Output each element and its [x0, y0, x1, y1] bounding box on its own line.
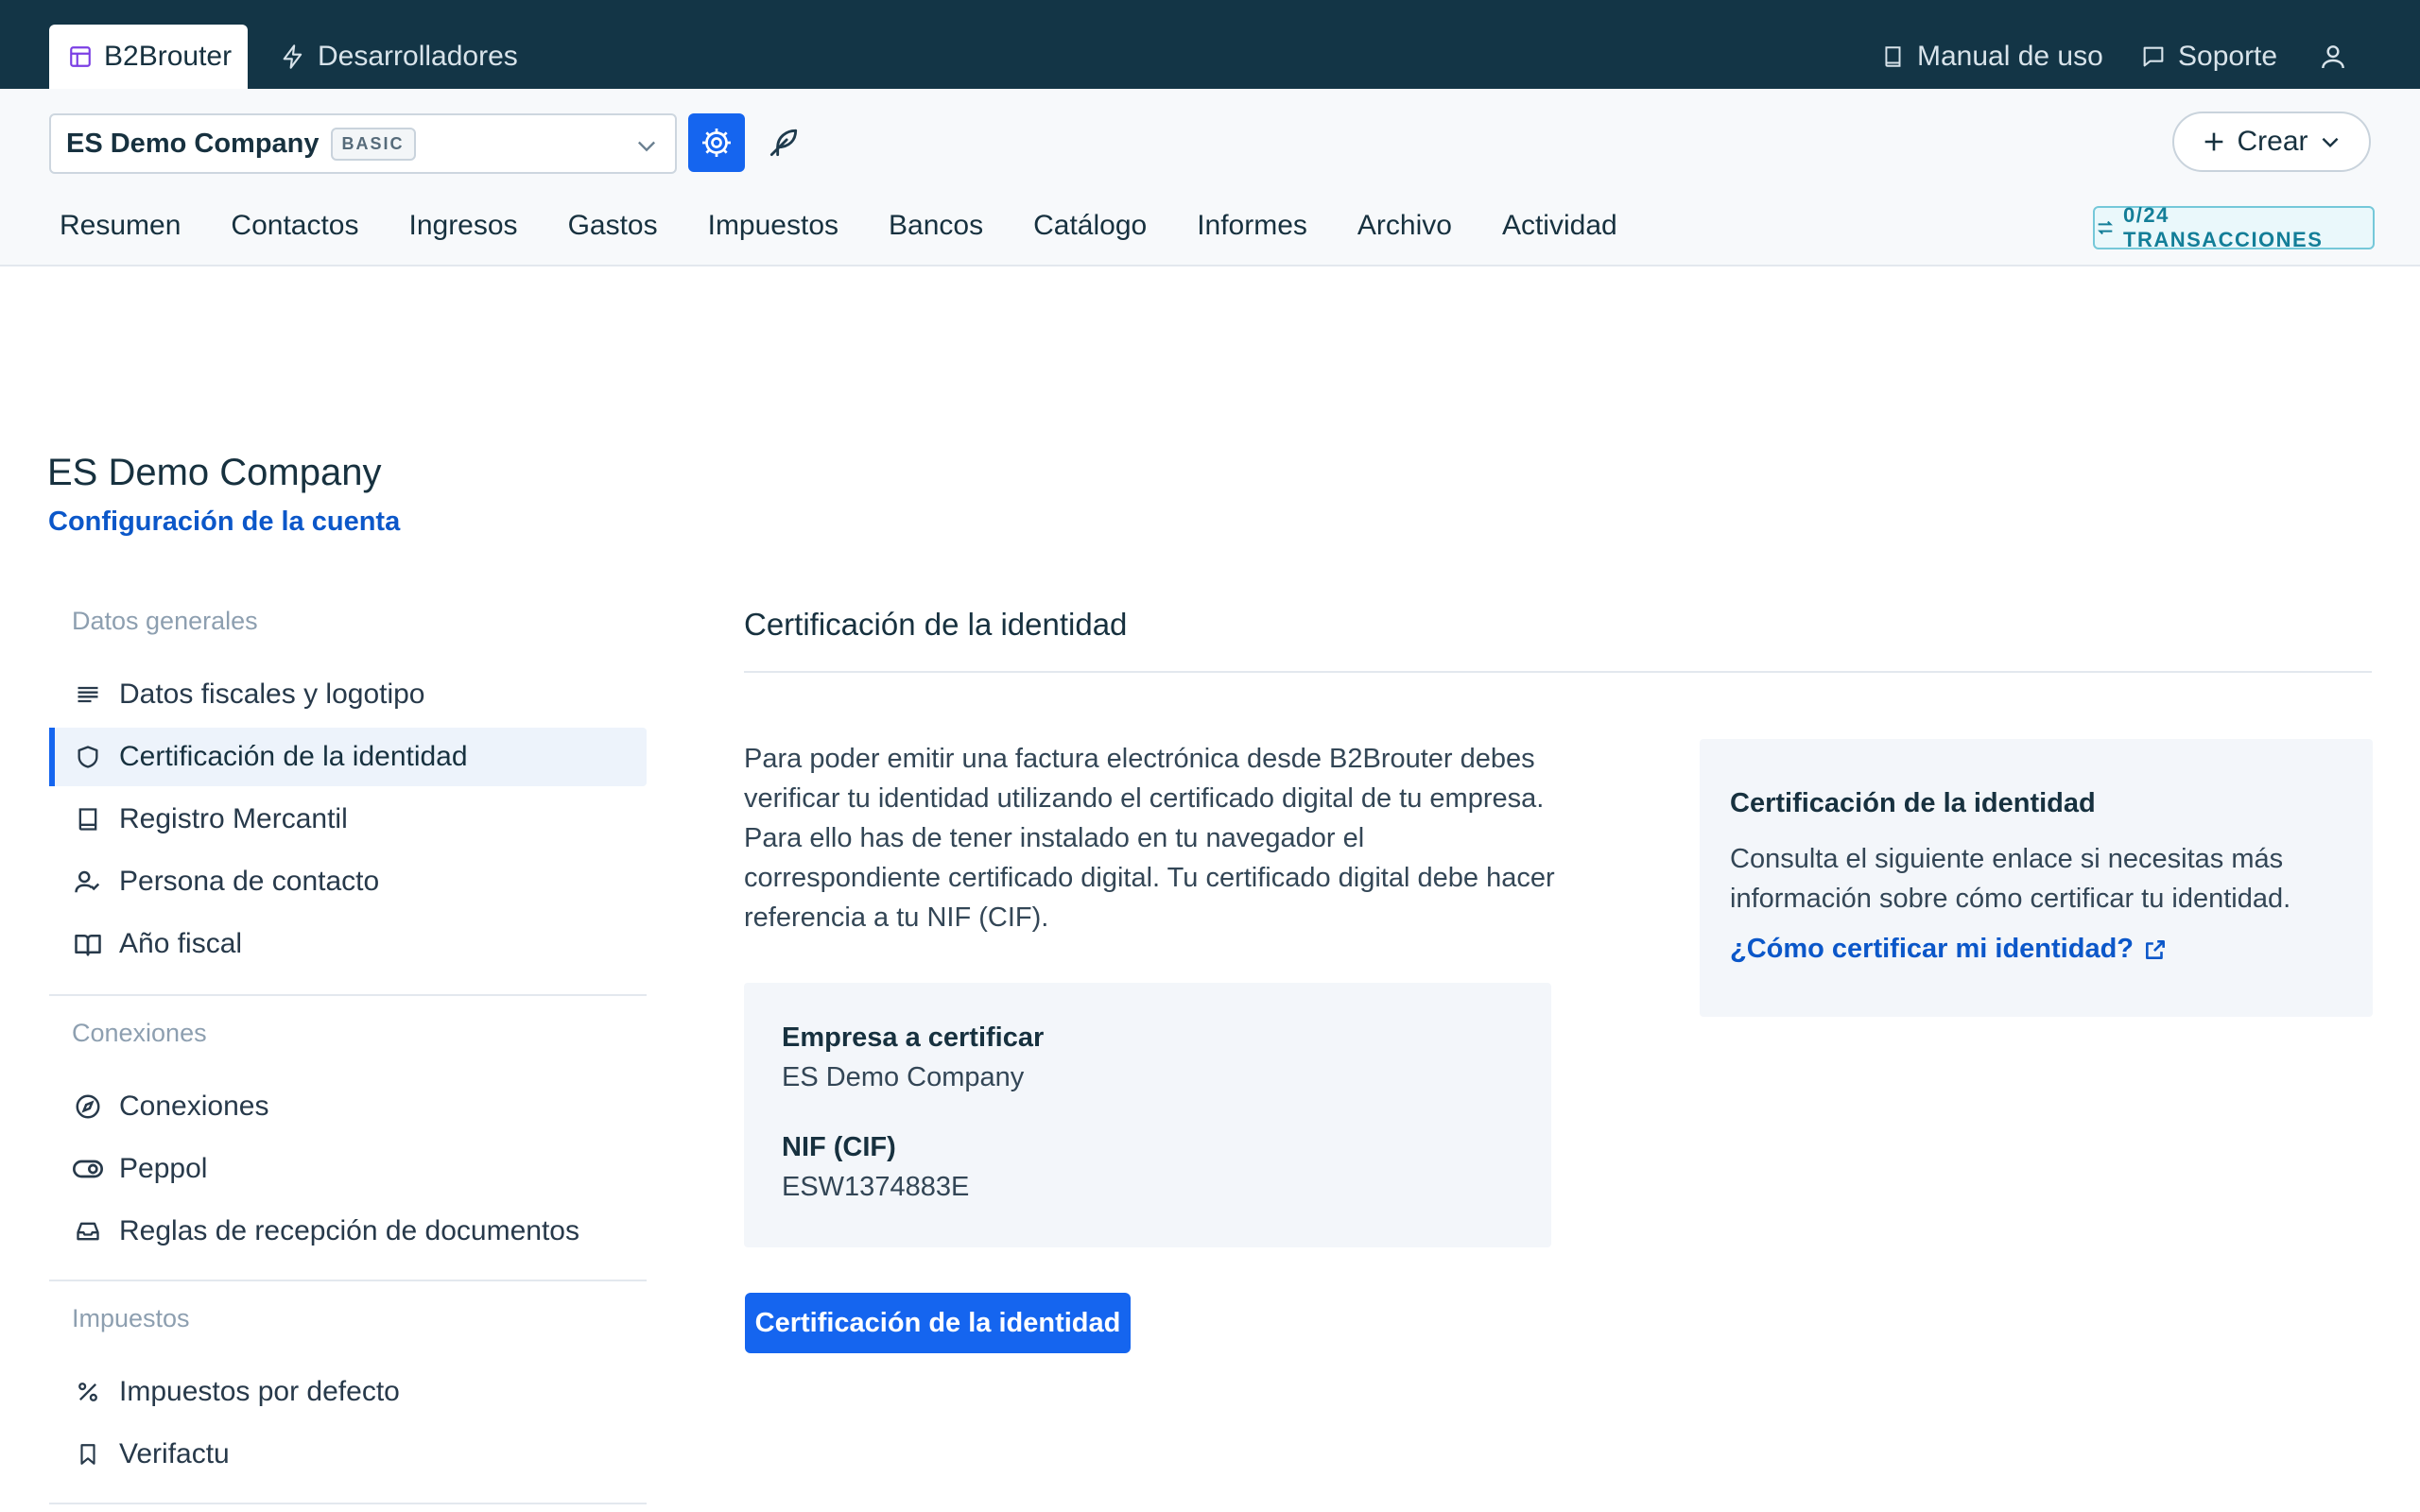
company-info-box: Empresa a certificar ES Demo Company NIF…	[744, 983, 1551, 1247]
toggle-icon	[72, 1153, 104, 1185]
certify-identity-button[interactable]: Certificación de la identidad	[745, 1293, 1131, 1353]
open-book-icon	[72, 928, 104, 960]
sidebar-item-label: Reglas de recepción de documentos	[119, 1215, 579, 1246]
lightning-icon	[280, 43, 306, 70]
section-heading: Certificación de la identidad	[744, 607, 1128, 642]
sidebar-section-title: Impuestos	[72, 1304, 190, 1332]
sidebar-divider	[49, 994, 647, 996]
help-link-label: ¿Cómo certificar mi identidad?	[1730, 934, 2134, 964]
nav-item-catalogo[interactable]: Catálogo	[1033, 210, 1147, 242]
nav-item-bancos[interactable]: Bancos	[889, 210, 983, 242]
sidebar-item-label: Certificación de la identidad	[119, 741, 468, 772]
sidebar-item-label: Verifactu	[119, 1438, 230, 1469]
transactions-label: 0/24 TRANSACCIONES	[2123, 203, 2324, 251]
help-text: Consulta el siguiente enlace si necesita…	[1730, 844, 2291, 914]
app-tab-b2brouter[interactable]: B2Brouter	[49, 25, 248, 89]
manual-label: Manual de uso	[1917, 41, 2103, 72]
inbox-icon	[72, 1215, 104, 1247]
gear-icon	[700, 126, 734, 160]
sidebar-item-label: Persona de contacto	[119, 866, 380, 897]
plan-badge: BASIC	[330, 127, 416, 161]
layout-icon	[68, 44, 93, 69]
sidebar-section-title: Datos generales	[72, 607, 258, 635]
bookmark-icon	[72, 1438, 104, 1470]
book-icon	[72, 803, 104, 835]
nif-value: ESW1374883E	[782, 1172, 970, 1202]
nav-item-resumen[interactable]: Resumen	[60, 210, 181, 242]
create-label: Crear	[2237, 126, 2308, 157]
support-label: Soporte	[2178, 41, 2278, 72]
compass-icon	[72, 1091, 104, 1123]
certification-description: Para poder emitir una factura electrónic…	[744, 744, 1555, 933]
text-lines-icon	[72, 679, 104, 711]
sidebar-item-label: Peppol	[119, 1153, 208, 1184]
chevron-down-icon	[633, 132, 660, 159]
feather-icon	[766, 125, 802, 161]
sidebar-item-reglas-recepcion[interactable]: Reglas de recepción de documentos	[49, 1202, 647, 1261]
help-title: Certificación de la identidad	[1730, 788, 2096, 818]
sidebar-item-persona-contacto[interactable]: Persona de contacto	[49, 852, 647, 911]
help-link[interactable]: ¿Cómo certificar mi identidad?	[1730, 934, 2168, 965]
external-link-icon	[2143, 937, 2168, 962]
nav-item-actividad[interactable]: Actividad	[1502, 210, 1617, 242]
create-button[interactable]: Crear	[2172, 112, 2371, 172]
app-tab-label: B2Brouter	[104, 41, 233, 72]
main-nav: Resumen Contactos Ingresos Gastos Impues…	[60, 210, 1668, 242]
nif-label: NIF (CIF)	[782, 1132, 896, 1162]
chat-icon	[2140, 43, 2167, 70]
help-box: Certificación de la identidad Consulta e…	[1700, 739, 2373, 1017]
sidebar-item-label: Año fiscal	[119, 928, 243, 959]
feather-button[interactable]	[762, 121, 805, 164]
nav-item-contactos[interactable]: Contactos	[231, 210, 358, 242]
nav-item-gastos[interactable]: Gastos	[568, 210, 658, 242]
company-selector[interactable]: ES Demo Company BASIC	[49, 113, 677, 174]
sidebar-item-certificacion[interactable]: Certificación de la identidad	[49, 728, 647, 786]
sidebar-item-label: Conexiones	[119, 1091, 269, 1122]
book-icon	[1881, 43, 1906, 70]
percent-icon	[72, 1376, 104, 1408]
sidebar-divider	[49, 1280, 647, 1281]
nav-item-ingresos[interactable]: Ingresos	[408, 210, 517, 242]
settings-button[interactable]	[688, 113, 745, 172]
nav-item-informes[interactable]: Informes	[1197, 210, 1307, 242]
page-title: ES Demo Company	[47, 452, 382, 493]
plus-icon	[2201, 129, 2227, 155]
user-check-icon	[72, 866, 104, 898]
user-menu-button[interactable]	[2318, 25, 2348, 89]
top-bar: B2Brouter Desarrolladores Manual de uso …	[0, 0, 2420, 89]
developers-tab-label: Desarrolladores	[318, 41, 518, 72]
company-label: Empresa a certificar	[782, 1022, 1045, 1053]
section-divider	[744, 671, 2372, 673]
sidebar-item-impuestos-defecto[interactable]: Impuestos por defecto	[49, 1363, 647, 1421]
sidebar-item-peppol[interactable]: Peppol	[49, 1140, 647, 1198]
user-icon	[2318, 42, 2348, 72]
shield-icon	[72, 741, 104, 773]
company-name: ES Demo Company	[66, 128, 320, 159]
sidebar-item-verifactu[interactable]: Verifactu	[49, 1425, 647, 1484]
sidebar-item-conexiones[interactable]: Conexiones	[49, 1077, 647, 1136]
sidebar-item-datos-fiscales[interactable]: Datos fiscales y logotipo	[49, 665, 647, 724]
manual-link[interactable]: Manual de uso	[1881, 25, 2103, 89]
sidebar-item-label: Impuestos por defecto	[119, 1376, 400, 1407]
sidebar-item-label: Registro Mercantil	[119, 803, 348, 834]
transactions-badge[interactable]: 0/24 TRANSACCIONES	[2093, 203, 2375, 251]
swap-arrows-icon	[2095, 217, 2116, 238]
page-subtitle-link[interactable]: Configuración de la cuenta	[48, 507, 400, 538]
support-link[interactable]: Soporte	[2140, 25, 2277, 89]
sidebar-item-ano-fiscal[interactable]: Año fiscal	[49, 915, 647, 973]
sidebar-item-label: Datos fiscales y logotipo	[119, 679, 425, 710]
nav-item-archivo[interactable]: Archivo	[1357, 210, 1452, 242]
company-value: ES Demo Company	[782, 1062, 1025, 1092]
sidebar-item-registro-mercantil[interactable]: Registro Mercantil	[49, 790, 647, 849]
nav-item-impuestos[interactable]: Impuestos	[708, 210, 838, 242]
sidebar-section-title: Conexiones	[72, 1019, 207, 1047]
sidebar-divider	[49, 1503, 647, 1504]
developers-tab[interactable]: Desarrolladores	[261, 25, 537, 89]
chevron-down-icon	[2318, 129, 2342, 154]
